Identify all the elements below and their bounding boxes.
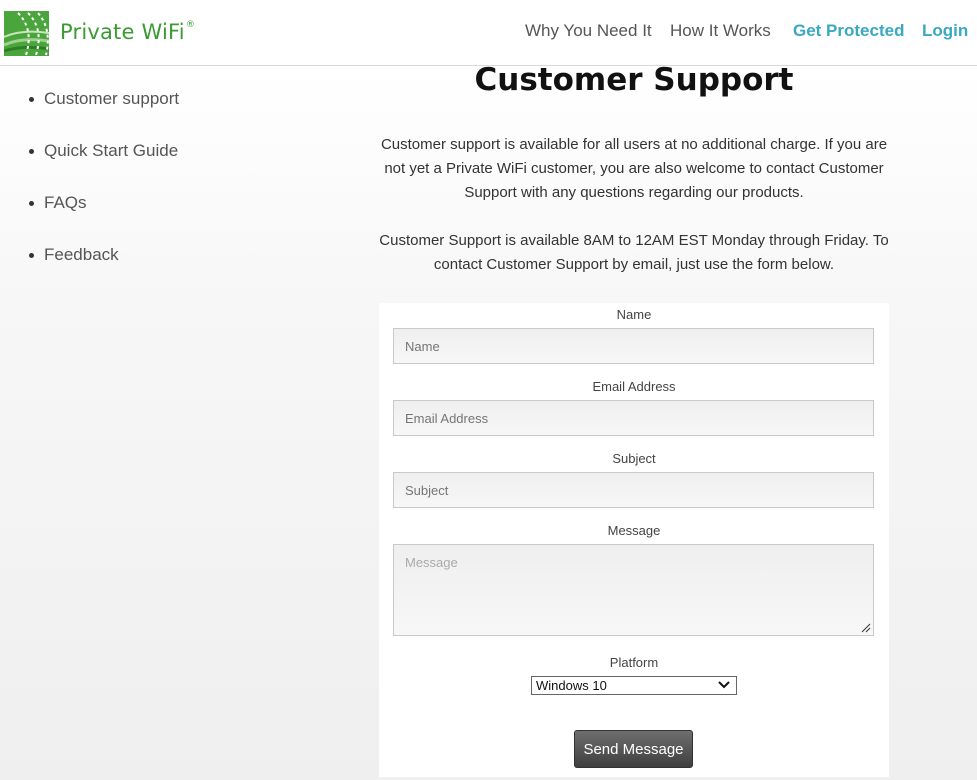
send-message-button[interactable]: Send Message xyxy=(574,730,693,768)
email-label: Email Address xyxy=(592,379,676,394)
nav-login[interactable]: Login xyxy=(922,21,968,41)
bullet xyxy=(29,97,34,102)
sidebar-item-label: FAQs xyxy=(44,193,87,212)
message-placeholder: Message xyxy=(405,555,458,570)
sidebar-item-customer-support[interactable]: Customer support xyxy=(26,86,326,138)
contact-form: Name Email Address Subject Message Messa… xyxy=(379,303,889,777)
message-textarea[interactable]: Message xyxy=(393,544,874,636)
sidebar-item-feedback[interactable]: Feedback xyxy=(26,242,326,294)
nav-get-protected[interactable]: Get Protected xyxy=(793,21,904,41)
subject-label: Subject xyxy=(612,451,656,466)
platform-selected-value: Windows 10 xyxy=(536,678,607,693)
bullet xyxy=(29,253,34,258)
chevron-down-icon xyxy=(718,681,730,689)
sidebar-item-label: Quick Start Guide xyxy=(44,141,179,160)
support-intro-text: Customer support is available for all us… xyxy=(380,136,888,201)
name-input[interactable] xyxy=(393,328,874,364)
platform-label: Platform xyxy=(609,655,659,670)
registered-mark: ® xyxy=(185,20,196,30)
sidebar-item-label: Customer support xyxy=(44,89,180,108)
email-input[interactable] xyxy=(393,400,874,436)
subject-input[interactable] xyxy=(393,472,874,508)
resize-handle-icon[interactable] xyxy=(861,623,871,633)
message-label: Message xyxy=(607,523,661,538)
nav-why-you-need-it[interactable]: Why You Need It xyxy=(525,21,652,41)
sidebar-item-faqs[interactable]: FAQs xyxy=(26,190,326,242)
brand-name-text: Private WiFi xyxy=(60,20,185,44)
private-wifi-logo-icon[interactable] xyxy=(3,11,50,56)
site-header: Private WiFi® Why You Need It How It Wor… xyxy=(0,0,977,66)
support-hours-text: Customer Support is available 8AM to 12A… xyxy=(379,232,889,273)
nav-how-it-works[interactable]: How It Works xyxy=(670,21,771,41)
sidebar-item-quick-start-guide[interactable]: Quick Start Guide xyxy=(26,138,326,190)
sidebar-nav: Customer support Quick Start Guide FAQs … xyxy=(26,86,326,294)
sidebar-item-label: Feedback xyxy=(44,245,119,264)
name-label: Name xyxy=(616,307,652,322)
page-title: Customer Support xyxy=(474,62,794,98)
platform-select[interactable]: Windows 10 xyxy=(531,676,737,695)
brand-name[interactable]: Private WiFi® xyxy=(60,20,195,44)
bullet xyxy=(29,149,34,154)
bullet xyxy=(29,201,34,206)
